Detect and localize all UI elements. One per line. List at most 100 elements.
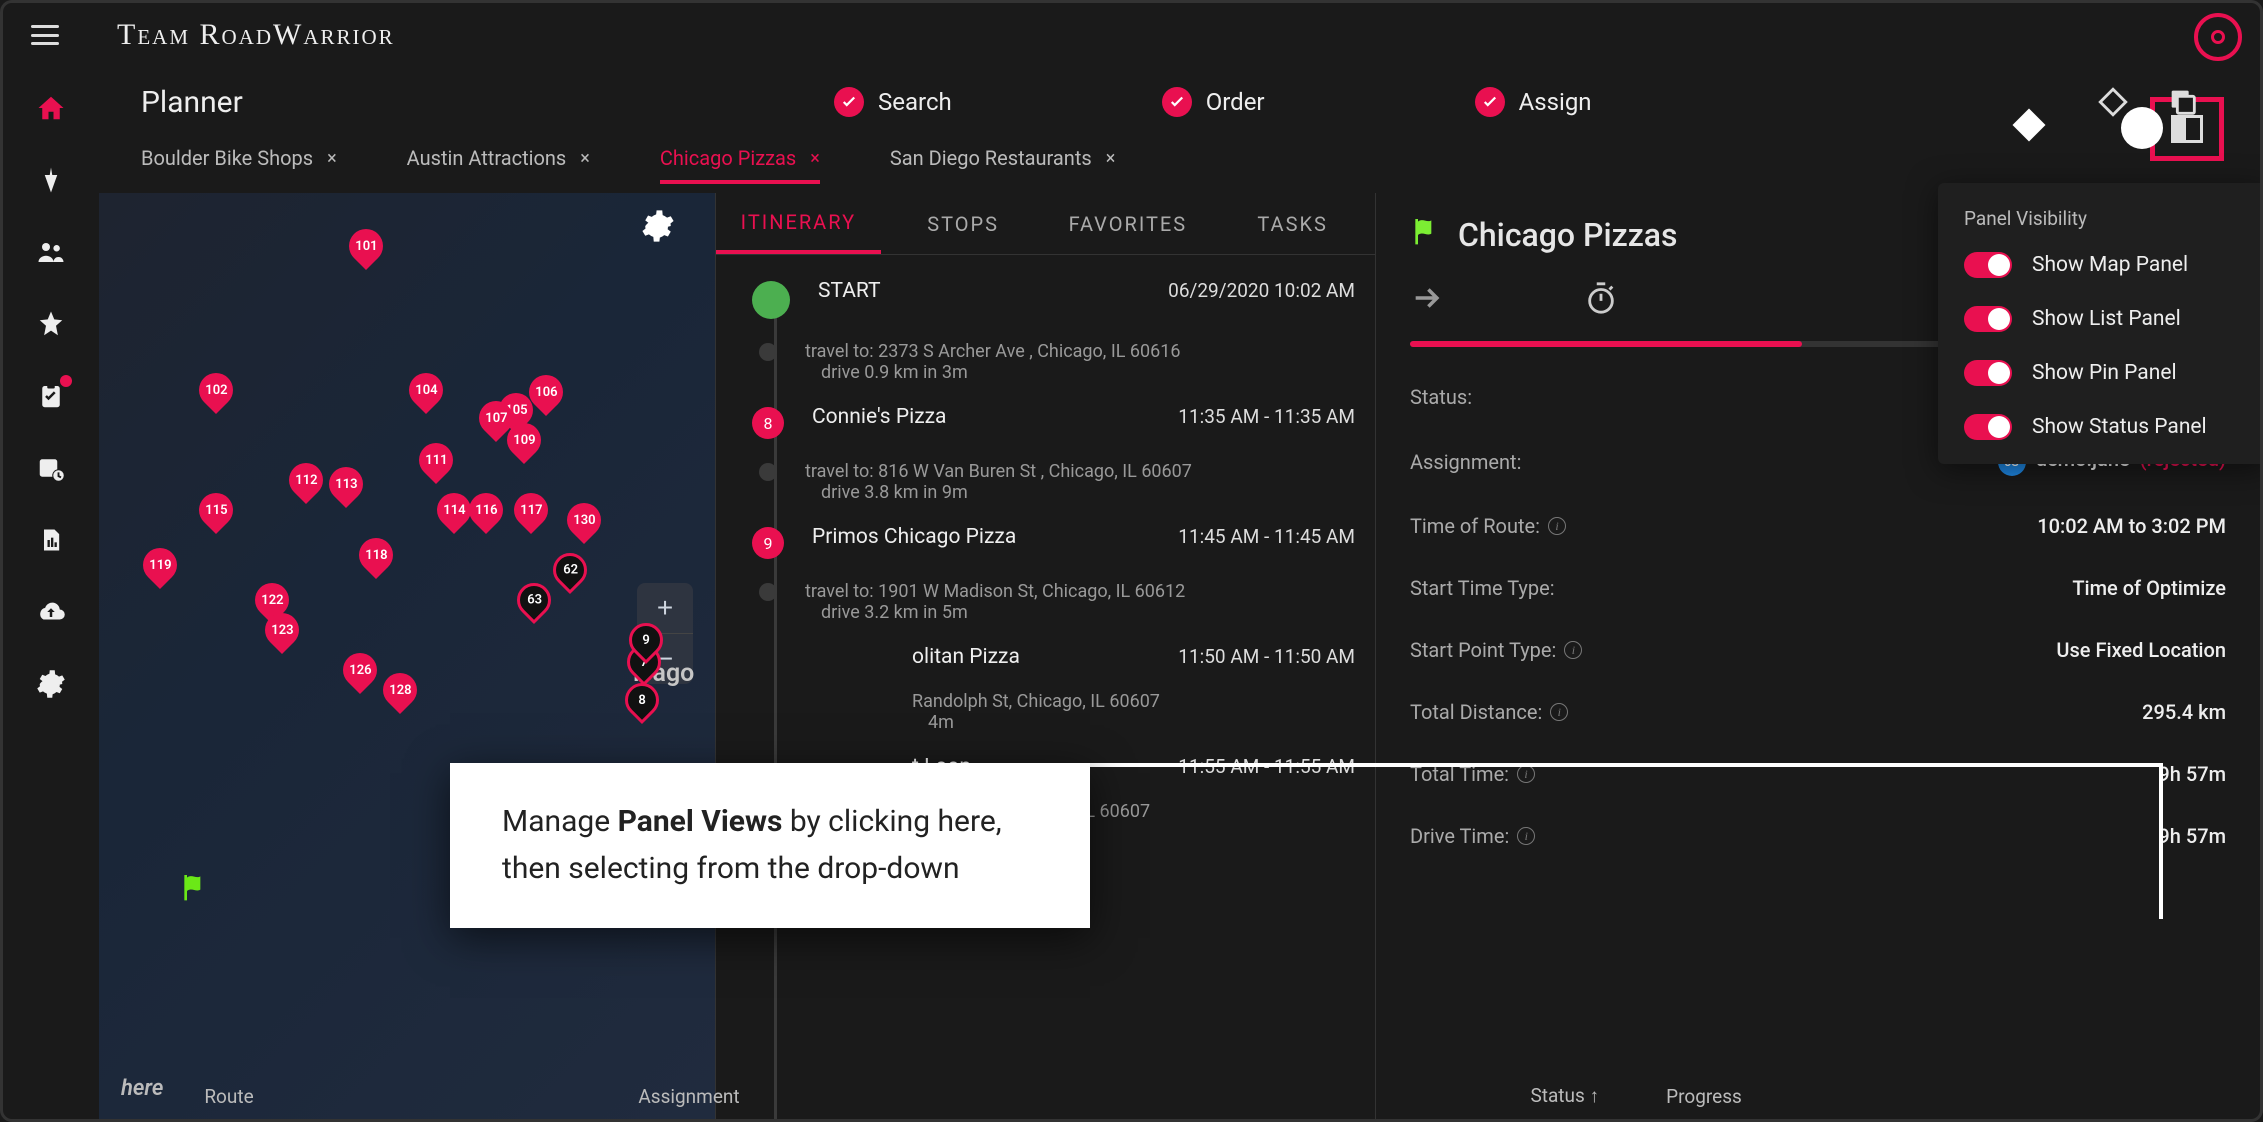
toggle-switch[interactable]	[1964, 306, 2012, 332]
stop-time: 11:45 AM - 11:45 AM	[1178, 525, 1355, 548]
footer-assignment[interactable]: Assignment	[359, 1085, 1019, 1108]
map-pin[interactable]: 115	[199, 493, 233, 537]
callout-bold: Panel Views	[618, 804, 783, 839]
map-panel[interactable]: + − icago here 1011021041051061071091111…	[99, 193, 715, 1119]
toggle-map-panel[interactable]: Show Map Panel	[1964, 252, 2242, 278]
info-icon[interactable]: i	[1550, 703, 1568, 721]
tab-itinerary[interactable]: ITINERARY	[716, 193, 881, 254]
menu-button[interactable]	[31, 25, 59, 45]
map-pin[interactable]: 101	[349, 229, 383, 273]
map-pin[interactable]: 130	[567, 503, 601, 547]
map-pin-stop[interactable]: 63	[517, 583, 551, 627]
route-tab[interactable]: Chicago Pizzas×	[660, 146, 820, 184]
stopwatch-icon	[1584, 281, 1618, 319]
map-pin[interactable]: 117	[514, 493, 548, 537]
check-icon	[834, 87, 864, 117]
map-pin[interactable]: 126	[343, 653, 377, 697]
start-time-type-label: Start Time Type:	[1410, 576, 1555, 600]
tab-stops[interactable]: STOPS	[881, 193, 1046, 254]
toggle-list-panel[interactable]: Show List Panel	[1964, 306, 2242, 332]
arrow-icon	[1410, 281, 1444, 319]
nav-team[interactable]	[34, 235, 68, 269]
travel-row: Randolph St, Chicago, IL 60607 4m	[752, 691, 1355, 733]
map-pin[interactable]: 116	[469, 493, 503, 537]
nav-upload[interactable]	[34, 595, 68, 629]
footer-route[interactable]: Route	[99, 1085, 359, 1108]
help-callout: Manage Panel Views by clicking here, the…	[450, 763, 1090, 928]
toggle-pin-panel[interactable]: Show Pin Panel	[1964, 360, 2242, 386]
stop-time: 11:35 AM - 11:35 AM	[1178, 405, 1355, 428]
step-order[interactable]: Order	[1162, 87, 1265, 117]
start-point-type-value: Use Fixed Location	[2056, 638, 2226, 662]
toggle-switch[interactable]	[1964, 360, 2012, 386]
close-icon[interactable]: ×	[580, 148, 590, 169]
travel-address: travel to: 2373 S Archer Ave , Chicago, …	[805, 341, 1355, 362]
travel-row: travel to: 816 W Van Buren St , Chicago,…	[752, 461, 1355, 503]
travel-node	[759, 343, 777, 361]
nav-settings[interactable]	[34, 667, 68, 701]
map-pin[interactable]: 112	[289, 463, 323, 507]
close-icon[interactable]: ×	[810, 148, 820, 169]
route-tab[interactable]: San Diego Restaurants×	[890, 146, 1115, 184]
map-pin[interactable]: 102	[199, 373, 233, 417]
itinerary-start-row[interactable]: START 06/29/2020 10:02 AM	[752, 279, 1355, 319]
info-icon[interactable]: i	[1517, 827, 1535, 845]
assignment-label: Assignment:	[1410, 450, 1521, 474]
tab-tasks[interactable]: TASKS	[1210, 193, 1375, 254]
map-settings-button[interactable]	[641, 209, 675, 247]
map-pin[interactable]: 113	[329, 467, 363, 511]
detail-title: Chicago Pizzas	[1458, 216, 1678, 254]
step-search[interactable]: Search	[834, 87, 952, 117]
start-point-type-label: Start Point Type:	[1410, 638, 1556, 662]
step-assign[interactable]: Assign	[1475, 87, 1592, 117]
map-pin[interactable]: 119	[143, 548, 177, 592]
step-order-label: Order	[1206, 88, 1265, 116]
map-pin-stop[interactable]: 8	[625, 683, 659, 727]
info-icon[interactable]: i	[1548, 517, 1566, 535]
tab-favorites[interactable]: FAVORITES	[1046, 193, 1211, 254]
map-pin[interactable]: 109	[507, 423, 541, 467]
stop-name: Primos Chicago Pizza	[812, 525, 1150, 549]
route-tab[interactable]: Boulder Bike Shops×	[141, 146, 337, 184]
tab-label: Austin Attractions	[407, 146, 567, 170]
stop-name: olitan Pizza	[912, 645, 1150, 669]
stop-node: 9	[752, 527, 784, 559]
stop-row[interactable]: 9 Primos Chicago Pizza 11:45 AM - 11:45 …	[752, 525, 1355, 559]
nav-reports[interactable]	[34, 523, 68, 557]
footer-status[interactable]: Status ↑	[1019, 1084, 1599, 1108]
nav-schedule[interactable]	[34, 451, 68, 485]
stop-row[interactable]: olitan Pizza 11:50 AM - 11:50 AM	[752, 645, 1355, 669]
map-pin[interactable]: 128	[383, 673, 417, 717]
start-label: START	[818, 279, 1140, 303]
travel-drive: 4m	[928, 712, 1355, 733]
route-tab[interactable]: Austin Attractions ×	[407, 146, 590, 184]
map-pin[interactable]: 123	[265, 613, 299, 657]
map-pin[interactable]: 106	[529, 375, 563, 419]
close-icon[interactable]: ×	[1106, 148, 1116, 169]
stop-time: 11:50 AM - 11:50 AM	[1178, 645, 1355, 668]
toggle-switch[interactable]	[1964, 252, 2012, 278]
start-node	[752, 281, 790, 319]
nav-home[interactable]	[34, 91, 68, 125]
info-icon[interactable]: i	[1517, 765, 1535, 783]
map-pin-stop[interactable]: 62	[553, 553, 587, 597]
stop-row[interactable]: 8 Connie's Pizza 11:35 AM - 11:35 AM	[752, 405, 1355, 439]
map-pin[interactable]: 104	[409, 373, 443, 417]
toggle-status-panel[interactable]: Show Status Panel	[1964, 414, 2242, 440]
map-pin[interactable]: 111	[419, 443, 453, 487]
start-time-type-value: Time of Optimize	[2072, 576, 2226, 600]
map-pin[interactable]: 118	[359, 538, 393, 582]
footer-progress[interactable]: Progress	[1599, 1085, 1809, 1108]
close-icon[interactable]: ×	[327, 148, 337, 169]
map-pin[interactable]: 114	[437, 493, 471, 537]
layers-icon[interactable]	[2166, 85, 2200, 119]
total-time-value: 9h 57m	[2158, 762, 2226, 786]
toggle-switch[interactable]	[1964, 414, 2012, 440]
travel-drive: drive 3.2 km in 5m	[821, 602, 1355, 623]
info-icon[interactable]: i	[1564, 641, 1582, 659]
map-pin-stop[interactable]: 9	[629, 623, 663, 667]
time-of-route-label: Time of Route:	[1410, 514, 1540, 538]
nav-tasks[interactable]	[34, 379, 68, 413]
nav-routes[interactable]	[34, 163, 68, 197]
nav-favorites[interactable]	[34, 307, 68, 341]
